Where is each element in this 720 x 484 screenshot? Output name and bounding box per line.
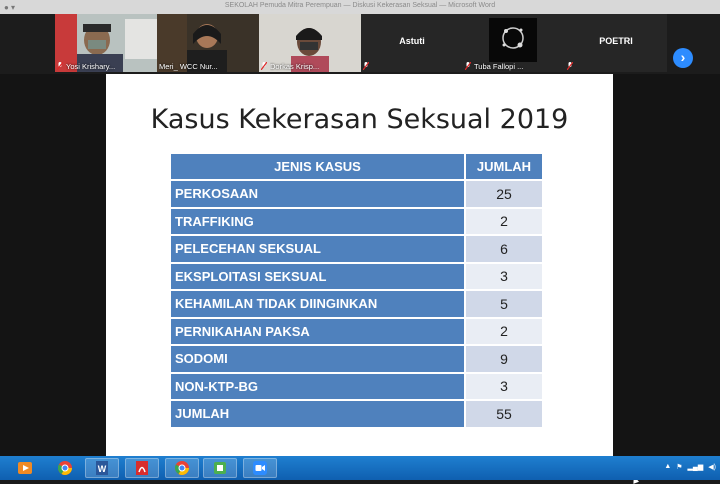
- table-row: PERKOSAAN 25: [171, 181, 542, 207]
- table-row: KEHAMILAN TIDAK DIINGINKAN 5: [171, 291, 542, 317]
- tray-arrow-icon[interactable]: ▲: [664, 463, 671, 471]
- case-count: 9: [464, 346, 542, 372]
- table-row: PELECEHAN SEKSUAL 6: [171, 236, 542, 262]
- volume-icon[interactable]: ◀): [708, 463, 716, 471]
- participant-tile[interactable]: Tuba Fallopi ...: [463, 14, 565, 72]
- shared-screen: Kasus Kekerasan Seksual 2019 JENIS KASUS…: [0, 74, 720, 484]
- flag-icon[interactable]: ⚑: [676, 463, 682, 471]
- chrome-icon[interactable]: [165, 458, 199, 478]
- case-count: 25: [464, 181, 542, 207]
- participant-name-placeholder: POETRI: [599, 36, 633, 46]
- case-type: PELECEHAN SEKSUAL: [171, 236, 464, 262]
- chevron-right-icon[interactable]: ›: [673, 48, 693, 68]
- participant-name: Yosi Krishary...: [66, 61, 116, 71]
- zoom-icon[interactable]: [243, 458, 277, 478]
- participant-name-placeholder: Astuti: [399, 36, 425, 46]
- case-type: KEHAMILAN TIDAK DIINGINKAN: [171, 291, 464, 317]
- case-type: PERNIKAHAN PAKSA: [171, 318, 464, 344]
- window-title: SEKOLAH Pemuda Mitra Perempuan — Diskusi…: [224, 2, 496, 9]
- chrome-icon[interactable]: [48, 458, 82, 478]
- table-row: SODOMI 9: [171, 346, 542, 372]
- muted-mic-icon: [567, 62, 573, 70]
- app-icon[interactable]: [203, 458, 237, 478]
- participant-tile[interactable]: Meri_ WCC Nur...: [157, 14, 259, 72]
- presentation-slide: Kasus Kekerasan Seksual 2019 JENIS KASUS…: [106, 74, 613, 456]
- total-count: 55: [464, 401, 542, 427]
- column-header-count: JUMLAH: [464, 154, 542, 179]
- table-row: NON-KTP-BG 3: [171, 373, 542, 399]
- system-tray: ▲ ⚑ ▂▄▆ ◀): [664, 463, 716, 471]
- slide-title: Kasus Kekerasan Seksual 2019: [150, 104, 569, 135]
- title-bar: ● ▾ SEKOLAH Pemuda Mitra Perempuan — Dis…: [0, 0, 720, 14]
- table-header-row: JENIS KASUS JUMLAH: [171, 154, 542, 179]
- muted-mic-icon: [261, 62, 267, 70]
- participant-tile[interactable]: Astuti: [361, 14, 463, 72]
- svg-text:W: W: [98, 464, 107, 474]
- media-player-icon[interactable]: [8, 458, 42, 478]
- participant-tile[interactable]: POETRI: [565, 14, 667, 72]
- case-count: 3: [464, 263, 542, 289]
- case-count: 2: [464, 318, 542, 344]
- taskbar: W ▲ ⚑ ▂▄▆ ◀): [0, 456, 720, 480]
- column-header-type: JENIS KASUS: [171, 154, 464, 179]
- participant-name: Meri_ WCC Nur...: [159, 61, 218, 71]
- case-type: EKSPLOITASI SEKSUAL: [171, 263, 464, 289]
- case-count: 3: [464, 373, 542, 399]
- case-count: 5: [464, 291, 542, 317]
- participant-tile[interactable]: Dorkas Krisp...: [259, 14, 361, 72]
- participant-name: Tuba Fallopi ...: [474, 61, 524, 71]
- total-label: JUMLAH: [171, 401, 464, 427]
- word-icon[interactable]: W: [85, 458, 119, 478]
- table-row: TRAFFIKING 2: [171, 208, 542, 234]
- video-gallery: Yosi Krishary... Meri_ WCC Nur... Dorkas…: [0, 14, 720, 74]
- case-count: 2: [464, 208, 542, 234]
- table-row: PERNIKAHAN PAKSA 2: [171, 318, 542, 344]
- table-total-row: JUMLAH 55: [171, 401, 542, 427]
- case-type: NON-KTP-BG: [171, 373, 464, 399]
- acrobat-icon[interactable]: [125, 458, 159, 478]
- case-type: PERKOSAAN: [171, 181, 464, 207]
- network-icon[interactable]: ▂▄▆: [688, 463, 704, 471]
- muted-mic-icon: [465, 62, 471, 70]
- muted-mic-icon: [57, 62, 63, 70]
- case-count: 6: [464, 236, 542, 262]
- table-row: EKSPLOITASI SEKSUAL 3: [171, 263, 542, 289]
- muted-mic-icon: [363, 62, 369, 70]
- participant-name: Dorkas Krisp...: [270, 61, 320, 71]
- participant-tile[interactable]: Yosi Krishary...: [55, 14, 157, 72]
- cases-table: JENIS KASUS JUMLAH PERKOSAAN 25 TRAFFIKIN…: [171, 152, 542, 429]
- case-type: SODOMI: [171, 346, 464, 372]
- case-type: TRAFFIKING: [171, 208, 464, 234]
